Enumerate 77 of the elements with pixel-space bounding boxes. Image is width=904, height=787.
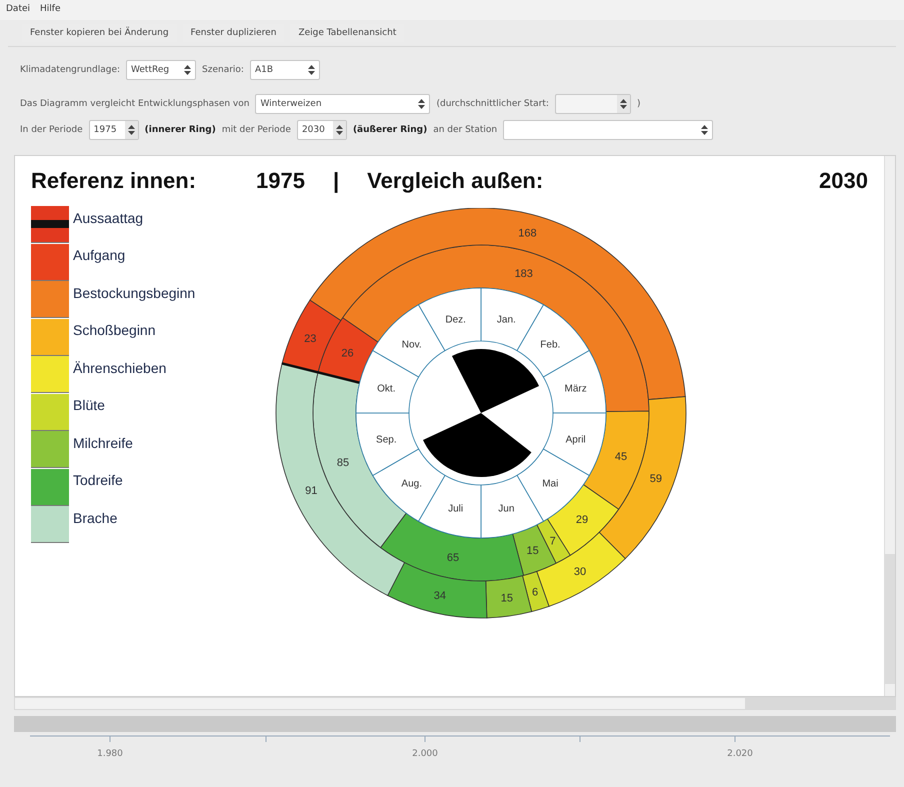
legend-label: Blüte [73,397,105,414]
month-label: Sep. [376,434,397,446]
month-label: Nov. [402,340,422,351]
segment-label: 91 [305,485,318,498]
field-label: Klimadatengrundlage: [20,65,120,75]
spinner-field[interactable]: 2030 [296,120,347,140]
month-segment [542,412,606,476]
month-label: April [566,434,586,446]
segment-label: 29 [576,514,588,526]
segment-label: 59 [650,472,662,485]
month-segment [542,350,606,414]
month-segment [356,412,420,476]
month-label: Feb. [540,340,560,351]
year-label: 2030 [819,168,868,194]
chart-heading: Vergleich außen: [367,168,544,194]
legend-label: Aufgang [73,247,126,264]
segment-label: 45 [614,451,628,464]
legend-label: Todreife [73,472,123,488]
segment-label: 30 [574,566,586,578]
month-label: Dez. [445,314,466,326]
dropdown-arrow-icon [184,65,192,75]
vertical-scrollbar[interactable] [884,156,895,696]
field-label: In der Periode [20,125,83,135]
month-label: Juli [448,504,464,515]
dropdown-arrow-icon [308,65,315,75]
segment-label: 26 [341,348,354,360]
menu-item[interactable]: Datei [6,4,30,16]
month-label: Aug. [401,478,422,490]
segment-label: 34 [434,590,446,602]
horizontal-scrollbar[interactable] [14,697,896,710]
segment-label: 7 [550,536,556,548]
axis-label: 2.000 [411,749,439,759]
dropdown[interactable]: WettReg [126,60,196,80]
menu-item[interactable]: Hilfe [40,4,60,16]
field-label: an der Station [433,125,498,135]
dropdown[interactable]: Winterweizen [255,94,430,114]
dropdown-arrow-icon [701,125,708,135]
month-label: Okt. [377,384,396,395]
month-segment [356,350,420,414]
month-label: Mai [542,478,558,490]
legend-label: Brache [73,510,118,526]
legend-label: Ährenschieben [73,360,166,376]
month-segment [480,474,544,538]
month-label: Jan. [496,314,516,326]
segment-label: 65 [446,552,460,564]
axis-label: 1.980 [96,749,124,759]
chart-heading: Referenz innen: [31,168,196,194]
field-label: Das Diagramm vergleicht Entwicklungsphasen von [20,99,250,109]
field-label: mit der Periode [222,125,291,135]
legend-swatch [31,206,69,244]
spinner-arrows-icon[interactable] [124,121,138,139]
segment-label: 6 [532,586,538,598]
dropdown[interactable]: A1B [250,60,320,80]
segment-label: 15 [500,592,513,605]
spinner-arrows-icon[interactable] [332,121,346,139]
month-label: Jun [498,504,514,515]
segment-label: 23 [304,332,316,345]
axis-label: 2.020 [726,749,754,759]
legend-label: Milchreife [73,434,133,451]
dropdown[interactable] [503,120,714,140]
segment-label: 85 [336,457,350,470]
field-label: (äußerer Ring) [352,125,428,135]
legend-label: Schoßbeginn [73,322,156,338]
segment-label: 15 [526,545,539,558]
month-label: März [564,384,587,395]
separator: | [332,168,340,194]
spinner-field[interactable]: 1975 [88,120,139,140]
legend-label: Aussaattag [73,210,144,226]
field-label: (durchschnittlicher Start: [436,99,549,109]
dropdown-arrow-icon [418,99,426,109]
year-label: 1975 [256,168,305,194]
field-label: (innerer Ring) [144,125,216,135]
segment-label: 168 [518,227,537,240]
field-label: Szenario: [202,65,244,75]
legend-label: Bestockungsbeginn [73,284,196,301]
field-label: ) [636,99,640,109]
segment-label: 183 [514,268,533,280]
